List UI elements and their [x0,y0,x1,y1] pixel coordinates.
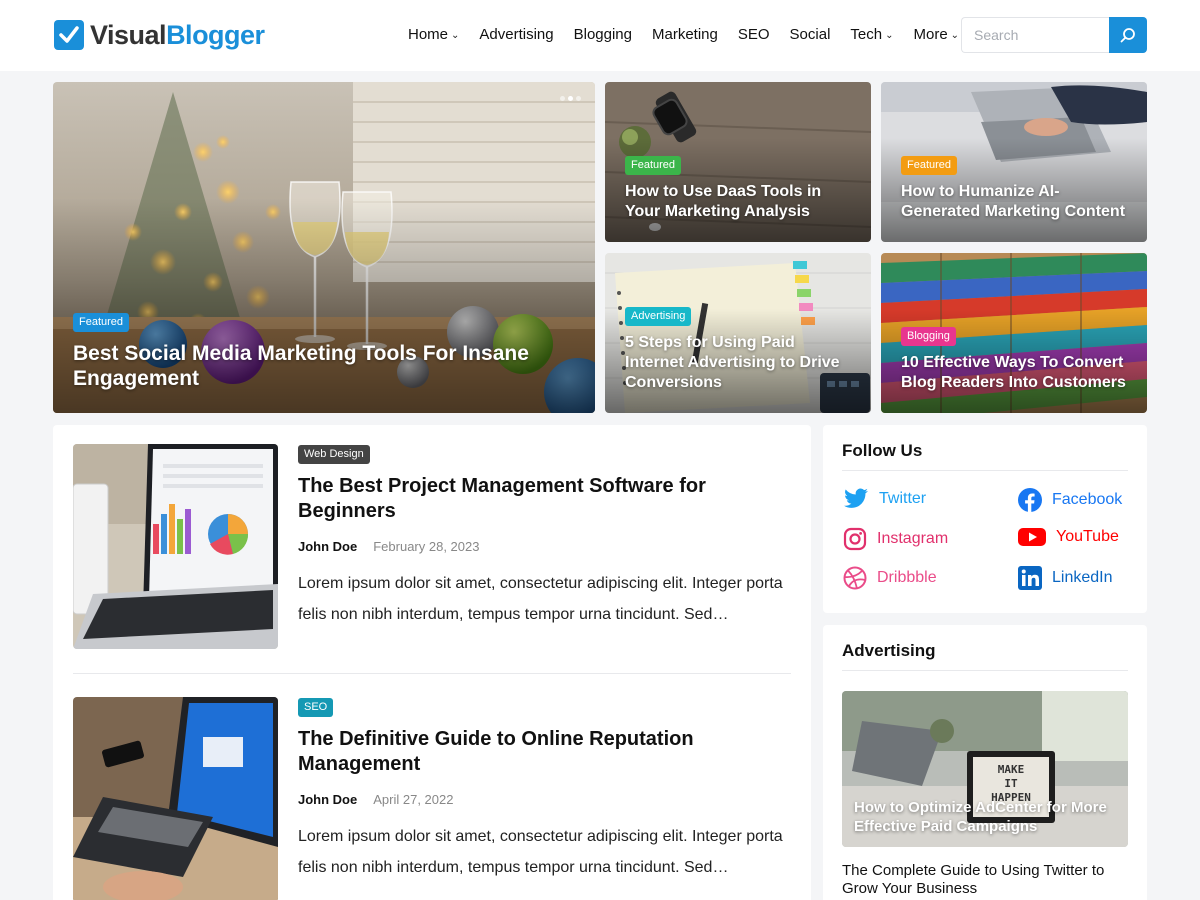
featured-card-title[interactable]: How to Use DaaS Tools in Your Marketing … [625,182,855,222]
post-title[interactable]: The Best Project Management Software for… [298,474,793,524]
nav-item-social[interactable]: Social [790,25,831,45]
category-badge[interactable]: Featured [73,313,130,332]
advertising-post-link[interactable]: The Complete Guide to Using Twitter to G… [842,862,1128,898]
post-excerpt: Lorem ipsum dolor sit amet, consectetur … [298,575,783,623]
advertising-card-title[interactable]: How to Optimize AdCenter for More Effect… [854,798,1116,836]
featured-main-card[interactable]: Featured Best Social Media Marketing Too… [53,82,595,413]
post-thumbnail[interactable] [73,444,278,649]
social-link-twitter[interactable]: Twitter [843,488,926,510]
post-meta: John Doe April 27, 2022 [298,792,793,807]
linkedin-icon [1018,566,1042,590]
slider-dot-active[interactable] [568,96,573,101]
post-meta: John Doe February 28, 2023 [298,539,793,554]
featured-main-title[interactable]: Best Social Media Marketing Tools For In… [73,341,579,391]
site-header: VisualBlogger Home ⌄ Advertising Blogging… [0,0,1200,71]
divider [842,670,1128,671]
featured-card[interactable]: Featured How to Use DaaS Tools in Your M… [605,82,871,242]
widget-title: Follow Us [842,441,923,460]
social-link-linkedin[interactable]: LinkedIn [1018,566,1113,590]
category-badge[interactable]: Advertising [625,307,692,326]
nav-item-blogging[interactable]: Blogging [574,25,632,45]
featured-card[interactable]: Featured How to Humanize AI-Generated Ma… [881,82,1147,242]
search-form [961,17,1147,53]
featured-card-title[interactable]: 5 Steps for Using Paid Internet Advertis… [625,333,855,393]
nav-item-marketing[interactable]: Marketing [652,25,718,45]
post-author[interactable]: John Doe [298,539,357,554]
slider-dot[interactable] [560,96,565,101]
post-title[interactable]: The Definitive Guide to Online Reputatio… [298,727,793,777]
chevron-down-icon: ⌄ [885,30,894,41]
post-thumbnail[interactable] [73,697,278,900]
social-link-instagram[interactable]: Instagram [843,527,948,551]
nav-item-home[interactable]: Home ⌄ [408,25,459,45]
nav-item-seo[interactable]: SEO [738,25,770,45]
category-badge[interactable]: Blogging [901,327,956,346]
nav-item-tech[interactable]: Tech ⌄ [850,25,893,45]
category-badge[interactable]: Featured [901,156,958,175]
search-button[interactable] [1109,17,1147,53]
nav-item-more[interactable]: More ⌄ [913,25,959,45]
chevron-down-icon: ⌄ [950,30,960,41]
widget-title: Advertising [842,641,936,660]
featured-card[interactable]: Blogging 10 Effective Ways To Convert Bl… [881,253,1147,413]
twitter-icon [844,488,868,508]
social-link-dribbble[interactable]: Dribbble [843,566,937,590]
nav-item-advertising[interactable]: Advertising [479,25,553,45]
category-badge[interactable]: Featured [625,156,682,175]
category-badge[interactable]: SEO [298,698,334,717]
post-author[interactable]: John Doe [298,792,357,807]
dribbble-icon [843,566,867,590]
logo-text: VisualBlogger [90,20,265,50]
post-list: Web Design The Best Project Management S… [53,425,811,900]
featured-card-title[interactable]: How to Humanize AI-Generated Marketing C… [901,182,1131,222]
search-icon [1120,28,1135,43]
post-date: April 27, 2022 [373,792,454,807]
search-input[interactable] [961,17,1109,53]
svg-text:MAKE: MAKE [998,763,1025,776]
advertising-widget: Advertising MAKE IT HAPPEN How to Optimi… [823,625,1147,900]
post-date: February 28, 2023 [373,539,480,554]
checkmark-icon [54,20,84,50]
site-logo[interactable]: VisualBlogger [54,20,265,50]
youtube-icon [1018,528,1046,546]
follow-us-widget: Follow Us Twitter Facebook Instagram You… [823,425,1147,613]
slider-dots [560,96,581,101]
chevron-down-icon: ⌄ [451,30,460,41]
post-excerpt: Lorem ipsum dolor sit amet, consectetur … [298,828,783,876]
divider [73,673,791,674]
divider [842,470,1128,471]
main-nav: Home ⌄ Advertising Blogging Marketing SEO… [408,25,979,45]
featured-card-title[interactable]: 10 Effective Ways To Convert Blog Reader… [901,353,1131,393]
slider-dot[interactable] [576,96,581,101]
category-badge[interactable]: Web Design [298,445,370,464]
svg-text:IT: IT [1004,777,1018,790]
instagram-icon [843,527,867,551]
social-link-youtube[interactable]: YouTube [1018,527,1119,547]
facebook-icon [1018,488,1042,512]
featured-card[interactable]: Advertising 5 Steps for Using Paid Inter… [605,253,871,413]
social-link-facebook[interactable]: Facebook [1018,488,1122,512]
advertising-featured-card[interactable]: MAKE IT HAPPEN How to Optimize AdCenter … [842,691,1128,847]
